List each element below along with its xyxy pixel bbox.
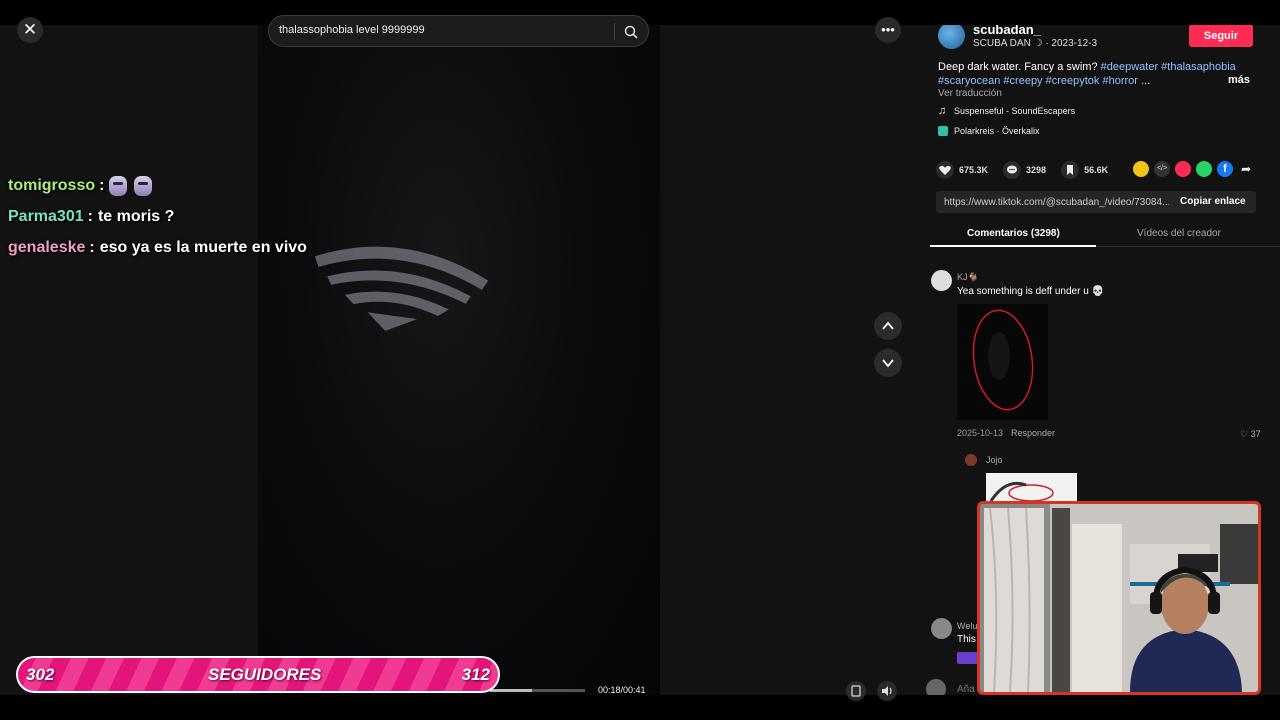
ellipsis: ... [1137, 75, 1151, 87]
comment-image[interactable] [957, 304, 1048, 420]
effect-title[interactable]: Polarkreis · Överkalix [954, 126, 1040, 136]
follower-goal-bar: 302 SEGUIDORES 312 [16, 656, 500, 693]
picture-in-picture-icon[interactable] [846, 681, 866, 701]
panel-tabs: Comentarios (3298) Vídeos del creador [930, 221, 1280, 247]
comment-date: 2025-10-13 [957, 428, 1004, 438]
copy-link-button[interactable]: Copiar enlace [1180, 196, 1246, 207]
comment-username[interactable]: KJ🐐 [957, 272, 979, 283]
search-divider [614, 23, 615, 40]
save-count: 56.6K [1084, 165, 1109, 175]
chat-text: te moris ? [97, 207, 175, 225]
bookmark-icon[interactable] [1061, 161, 1080, 179]
post-date: · 2023-12-3 [1045, 38, 1098, 49]
search-input[interactable] [279, 24, 599, 36]
chat-message: tomigrosso : [8, 170, 307, 201]
tab-creator-videos[interactable]: Vídeos del creador [1137, 228, 1221, 239]
send-icon[interactable] [1175, 161, 1191, 177]
share-icons: </> f ➦ [1133, 161, 1259, 177]
video-logo-mark [314, 246, 489, 331]
chat-colon: : [87, 207, 93, 225]
tab-comments[interactable]: Comentarios (3298) [967, 228, 1060, 239]
heart-icon[interactable] [936, 161, 954, 179]
comment-like[interactable]: ♡ 37 [1240, 429, 1261, 440]
music-note-icon: ♫ [938, 105, 947, 117]
bottom-bar [0, 695, 1280, 720]
heart-outline-icon[interactable]: ♡ [1240, 429, 1248, 439]
comment-like-count: 37 [1250, 429, 1261, 439]
search-icon[interactable] [623, 24, 639, 40]
author-subtitle: SCUBA DAN ☽ · 2023-12-3 [973, 38, 1097, 49]
share-arrow-icon[interactable]: ➦ [1238, 161, 1254, 177]
reply-link[interactable]: Responder [1011, 428, 1055, 438]
description-text: Deep dark water. Fancy a swim? [938, 61, 1101, 73]
active-tab-indicator [930, 245, 1096, 247]
effect-row[interactable]: Polarkreis · Överkalix [938, 126, 1040, 136]
chat-username: tomigrosso [8, 176, 96, 194]
streamer-camera-feed [980, 504, 1258, 692]
reply-avatar[interactable] [965, 454, 977, 466]
save-stat[interactable]: 56.6K [1061, 161, 1108, 179]
screen: ✕ ••• tomigrosso : Parma301 : [0, 0, 1280, 720]
chat-username: Parma301 [8, 207, 84, 225]
comment-username[interactable]: Welu [957, 621, 977, 631]
effect-icon [938, 126, 948, 136]
video-area[interactable] [0, 25, 914, 695]
coin-icon[interactable] [1133, 161, 1149, 177]
commenter-avatar[interactable] [931, 618, 952, 639]
video-link-box: https://www.tiktok.com/@scubadan_/video/… [936, 191, 1256, 213]
follow-button[interactable]: Seguir [1189, 24, 1253, 47]
chat-colon: : [99, 176, 105, 194]
commenter-avatar[interactable] [931, 270, 952, 291]
video-progress-fill [490, 689, 532, 692]
close-icon[interactable]: ✕ [17, 17, 43, 43]
chat-message: Parma301 : te moris ? [8, 201, 307, 232]
follower-goal-label: SEGUIDORES [208, 665, 322, 684]
comment-stat[interactable]: 3298 [1003, 161, 1046, 179]
chat-text: eso ya es la muerte en vivo [99, 238, 307, 256]
comment-count: 3298 [1026, 165, 1047, 175]
moon-icon: ☽ [1033, 38, 1043, 49]
user-avatar[interactable] [926, 679, 946, 695]
embed-icon[interactable]: </> [1154, 161, 1170, 177]
follower-goal-target: 312 [461, 665, 490, 684]
volume-icon[interactable] [877, 681, 897, 701]
video-frame[interactable] [258, 25, 660, 695]
video-time: 00:18/00:41 [598, 685, 646, 695]
more-link[interactable]: más [1228, 74, 1250, 86]
video-description: Deep dark water. Fancy a swim? #deepwate… [938, 60, 1243, 88]
chevron-down-icon[interactable] [874, 349, 902, 377]
music-row[interactable]: ♫ Suspenseful - SoundEscapers [938, 105, 1075, 117]
chevron-up-icon[interactable] [874, 312, 902, 340]
emote-icon [134, 175, 153, 196]
music-title[interactable]: Suspenseful - SoundEscapers [954, 106, 1075, 116]
chat-colon: : [89, 238, 95, 256]
video-progress-bar[interactable] [490, 689, 585, 692]
comment-icon[interactable] [1003, 161, 1022, 179]
facebook-icon[interactable]: f [1217, 161, 1233, 177]
video-link-url[interactable]: https://www.tiktok.com/@scubadan_/video/… [944, 197, 1169, 208]
see-translation-link[interactable]: Ver traducción [938, 88, 1002, 99]
search-bar[interactable] [268, 15, 649, 47]
more-options-icon[interactable]: ••• [875, 17, 901, 43]
add-comment-input[interactable]: Aña [957, 684, 975, 695]
hashtags-line1[interactable]: #deepwater #thalasaphobia [1101, 61, 1236, 73]
webcam-overlay [977, 501, 1261, 695]
hashtags-line2[interactable]: #scaryocean #creepy #creepytok #horror [938, 75, 1138, 87]
reply-image[interactable] [986, 473, 1077, 503]
emote-icon [109, 175, 128, 196]
author-avatar[interactable] [938, 22, 965, 49]
whatsapp-icon[interactable] [1196, 161, 1212, 177]
like-count: 675.3K [959, 165, 989, 175]
follower-goal-current: 302 [26, 665, 55, 684]
chat-username: genaleske [8, 238, 86, 256]
like-stat[interactable]: 675.3K [936, 161, 988, 179]
chat-message: genaleske : eso ya es la muerte en vivo [8, 232, 307, 263]
author-display-name: SCUBA DAN [973, 38, 1031, 49]
comment-text: Yea something is deff under u 💀 [957, 286, 1104, 297]
stream-chat-overlay: tomigrosso : Parma301 : te moris ? genal… [8, 170, 307, 263]
reply-username[interactable]: Jojo [986, 455, 1003, 465]
comment-text: This [957, 634, 976, 645]
